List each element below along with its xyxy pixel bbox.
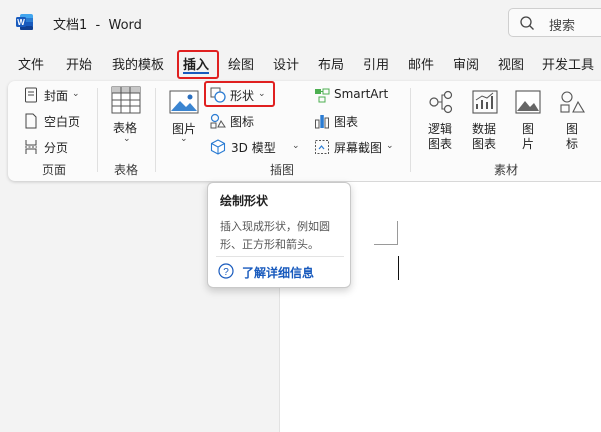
search-icon (520, 16, 534, 30)
logic-chart-label-line2: 图表 (428, 137, 453, 151)
tab-file[interactable]: 文件 (18, 54, 44, 78)
screenshot-label: 屏幕截图 (334, 141, 383, 155)
tab-references[interactable]: 引用 (363, 54, 389, 78)
asset-picture-button[interactable]: 图 片 (512, 88, 544, 154)
logic-chart-button[interactable]: 逻辑 图表 (424, 88, 458, 154)
asset-icon-icon (560, 91, 585, 113)
document-title: 文档1 - Word (53, 14, 142, 33)
group-divider (97, 88, 98, 172)
chart-label: 图表 (334, 115, 359, 129)
screenshot-icon (315, 140, 329, 154)
data-chart-icon (472, 90, 498, 114)
screenshot-button[interactable]: 屏幕截图 ⌄ (314, 138, 396, 156)
group-divider (410, 88, 411, 172)
tab-layout[interactable]: 布局 (318, 54, 344, 78)
tab-developer[interactable]: 开发工具 (542, 54, 594, 78)
blank-page-label: 空白页 (44, 115, 81, 129)
chart-icon (315, 115, 329, 129)
tab-design[interactable]: 设计 (273, 54, 299, 78)
tab-review[interactable]: 审阅 (453, 54, 479, 78)
assets-group-label: 素材 (494, 163, 519, 177)
cover-page-icon (25, 87, 37, 103)
icons-icon (210, 113, 226, 129)
chevron-down-icon: ⌄ (386, 141, 394, 151)
svg-text:?: ? (223, 267, 229, 278)
smartart-icon (315, 88, 330, 103)
active-tab-indicator (183, 72, 209, 74)
tab-draw[interactable]: 绘图 (228, 54, 254, 78)
chevron-down-icon: ⌄ (258, 89, 266, 99)
shapes-button[interactable]: 形状 ⌄ (210, 86, 272, 104)
cube-icon (210, 139, 226, 155)
data-chart-label-line2: 图表 (472, 137, 497, 151)
chevron-down-icon: ⌄ (180, 134, 188, 144)
page-break-label: 分页 (44, 141, 69, 155)
chevron-down-icon: ⌄ (72, 89, 80, 99)
search-label: 搜索 (549, 19, 576, 34)
pictures-button[interactable]: 图片 ⌄ (168, 88, 200, 150)
blank-page-icon (25, 113, 37, 129)
asset-icon-label-line2: 标 (566, 137, 579, 151)
tab-my-templates[interactable]: 我的模板 (112, 54, 164, 78)
pages-group-label: 页面 (42, 163, 67, 177)
margin-corner-mark (397, 221, 398, 245)
3d-models-label: 3D 模型 (231, 141, 276, 155)
title-bar: W 文档1 - Word 搜索 (0, 0, 601, 46)
tab-mailings[interactable]: 邮件 (408, 54, 434, 78)
tab-insert[interactable]: 插入 (183, 54, 209, 78)
tab-home[interactable]: 开始 (66, 54, 92, 78)
cover-page-label: 封面 (44, 89, 69, 103)
table-icon (111, 86, 141, 114)
doc-name: 文档1 (53, 18, 88, 33)
logic-chart-icon (429, 90, 453, 114)
asset-picture-icon (515, 90, 541, 114)
chevron-down-icon: ⌄ (123, 134, 131, 144)
help-icon: ? (218, 263, 234, 279)
title-separator: - (95, 18, 101, 33)
svg-text:W: W (17, 18, 25, 27)
tables-group-label: 表格 (114, 163, 139, 177)
app-name: Word (108, 18, 142, 33)
asset-picture-label-line2: 片 (522, 137, 535, 151)
shapes-tooltip: 绘制形状 插入现成形状，例如圆形、正方形和箭头。 ? 了解详细信息 (207, 182, 351, 288)
page-break-icon (25, 140, 37, 154)
word-logo-icon: W (16, 14, 33, 30)
data-chart-button[interactable]: 数据 图表 (468, 88, 502, 154)
3d-models-button[interactable]: 3D 模型 ⌄ (210, 138, 302, 156)
tooltip-divider (216, 256, 344, 257)
illustrations-group-label: 插图 (270, 163, 295, 177)
icons-label: 图标 (230, 115, 255, 129)
table-button[interactable]: 表格 ⌄ (108, 86, 144, 148)
picture-icon (169, 90, 199, 114)
learn-more-link[interactable]: 了解详细信息 (242, 264, 314, 281)
chevron-down-icon: ⌄ (292, 141, 300, 151)
tooltip-description: 插入现成形状，例如圆形、正方形和箭头。 (220, 220, 330, 251)
tab-view[interactable]: 视图 (498, 54, 524, 78)
text-cursor (398, 256, 399, 280)
margin-corner-mark (374, 244, 398, 245)
group-divider (155, 88, 156, 172)
tooltip-title: 绘制形状 (220, 194, 269, 208)
shapes-icon (210, 87, 226, 103)
search-box[interactable]: 搜索 (508, 8, 601, 37)
shapes-label: 形状 (230, 89, 255, 103)
asset-icon-button[interactable]: 图 标 (556, 88, 588, 154)
smartart-label: SmartArt (334, 87, 389, 101)
